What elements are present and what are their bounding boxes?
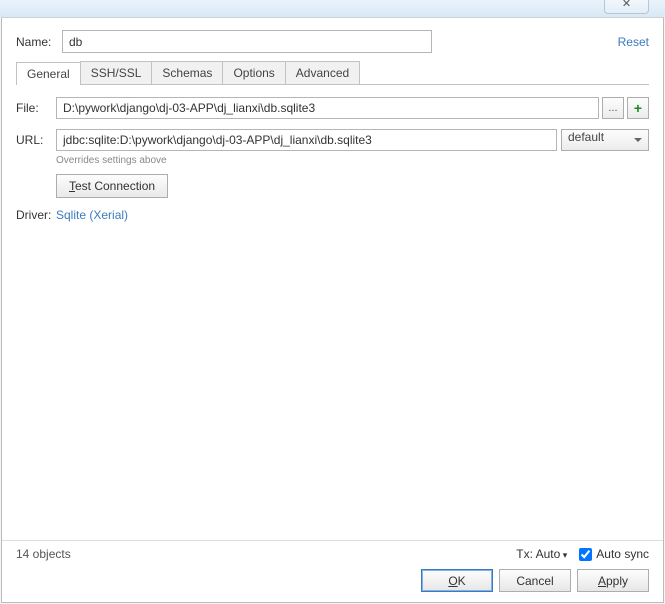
cancel-button[interactable]: Cancel: [499, 569, 571, 592]
ok-u: O: [448, 574, 457, 588]
driver-label: Driver:: [16, 208, 56, 222]
close-button[interactable]: ✕: [604, 0, 649, 14]
driver-link[interactable]: Sqlite (Xerial): [56, 208, 128, 222]
override-hint: Overrides settings above: [56, 155, 649, 166]
auth-select[interactable]: default: [561, 129, 649, 151]
name-label: Name:: [16, 35, 62, 49]
browse-button[interactable]: ...: [602, 97, 624, 119]
auto-sync-checkbox[interactable]: Auto sync: [579, 547, 649, 561]
url-label: URL:: [16, 133, 56, 147]
objects-count: 14 objects: [16, 547, 71, 561]
tx-label: Tx: Auto: [516, 547, 560, 561]
file-row: File: ... +: [16, 97, 649, 119]
tabs: General SSH/SSL Schemas Options Advanced: [16, 61, 649, 85]
tab-options[interactable]: Options: [222, 61, 285, 84]
reset-link[interactable]: Reset: [618, 35, 649, 49]
add-file-button[interactable]: +: [627, 97, 649, 119]
name-input[interactable]: [62, 30, 432, 53]
tab-general[interactable]: General: [16, 62, 81, 85]
footer: 14 objects Tx: Auto ▾ Auto sync OK Cance…: [2, 540, 663, 602]
auto-sync-label: Auto sync: [596, 547, 649, 561]
tab-ssh-ssl[interactable]: SSH/SSL: [80, 61, 153, 84]
url-input[interactable]: [56, 129, 557, 151]
chevron-down-icon: ▾: [560, 550, 567, 560]
apply-u: A: [598, 574, 606, 588]
driver-row: Driver: Sqlite (Xerial): [16, 208, 649, 222]
dialog: Name: Reset General SSH/SSL Schemas Opti…: [1, 17, 664, 603]
tab-advanced[interactable]: Advanced: [285, 61, 360, 84]
titlebar: ✕: [0, 0, 665, 17]
test-connection-button[interactable]: Test Connection: [56, 174, 168, 198]
url-row: URL: default: [16, 129, 649, 151]
ok-button[interactable]: OK: [421, 569, 493, 592]
apply-rest: pply: [606, 574, 628, 588]
tx-mode[interactable]: Tx: Auto ▾: [516, 547, 567, 561]
tab-schemas[interactable]: Schemas: [151, 61, 223, 84]
test-label-post: est Connection: [75, 179, 155, 193]
apply-button[interactable]: Apply: [577, 569, 649, 592]
file-label: File:: [16, 101, 56, 115]
file-input[interactable]: [56, 97, 599, 119]
auto-sync-input[interactable]: [579, 548, 592, 561]
ok-rest: K: [458, 574, 466, 588]
name-row: Name: Reset: [16, 30, 649, 53]
